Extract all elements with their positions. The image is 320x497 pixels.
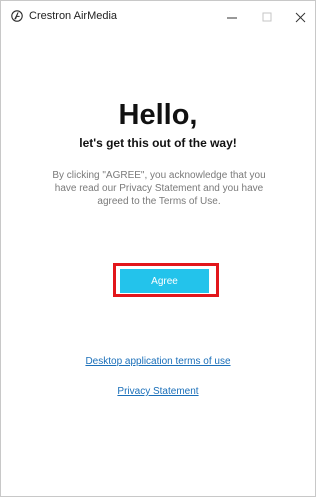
page-heading: Hello,	[118, 99, 198, 131]
agree-button[interactable]: Agree	[120, 269, 209, 293]
app-window: Crestron AirMedia Hello, let's get this …	[0, 0, 316, 497]
minimize-icon	[226, 17, 237, 18]
window-title: Crestron AirMedia	[29, 10, 118, 22]
maximize-button[interactable]	[250, 1, 284, 33]
title-bar: Crestron AirMedia	[1, 1, 315, 33]
close-button[interactable]	[283, 1, 317, 33]
privacy-statement-link[interactable]: Privacy Statement	[1, 385, 315, 398]
crestron-logo-icon	[11, 10, 23, 22]
page-subheading: let's get this out of the way!	[79, 136, 237, 150]
terms-of-use-link[interactable]: Desktop application terms of use	[1, 355, 315, 368]
maximize-icon	[262, 12, 271, 21]
minimize-button[interactable]	[215, 1, 249, 33]
agreement-disclaimer: By clicking "AGREE", you acknowledge tha…	[52, 170, 266, 207]
close-icon	[295, 12, 305, 22]
